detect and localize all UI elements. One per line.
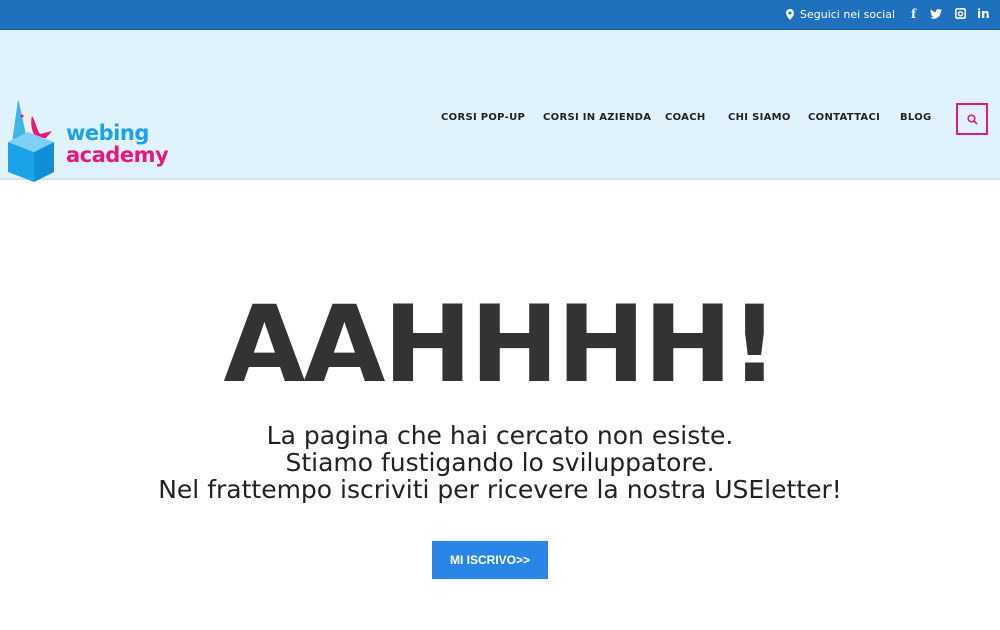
logo-text-webing: webing	[66, 121, 149, 145]
location-pin-icon	[786, 9, 794, 20]
error-heading: AAHHHH!	[223, 283, 778, 406]
nav-chi-siamo[interactable]: CHI SIAMO	[728, 112, 791, 123]
site-header: webing academy CORSI POP-UP CORSI IN AZI…	[0, 30, 1000, 182]
nav-corsi-pop-up[interactable]: CORSI POP-UP	[441, 112, 525, 123]
logo[interactable]: webing academy	[6, 98, 169, 188]
logo-mark-icon	[8, 100, 54, 182]
message-line-1: La pagina che hai cercato non esiste.	[266, 421, 734, 450]
logo-text-academy: academy	[66, 143, 169, 167]
nav-corsi-in-azienda[interactable]: CORSI IN AZIENDA	[543, 112, 651, 123]
linkedin-icon[interactable]: in	[977, 7, 990, 21]
subscribe-button[interactable]: MI ISCRIVO>>	[432, 541, 548, 579]
instagram-icon[interactable]	[955, 8, 966, 19]
nav-blog[interactable]: BLOG	[900, 112, 932, 123]
social-link[interactable]: Seguici nei social	[786, 8, 895, 21]
nav-contattaci[interactable]: CONTATTACI	[808, 112, 880, 123]
top-bar: Seguici nei social f in	[0, 0, 1000, 30]
search-button[interactable]	[956, 103, 988, 135]
twitter-icon[interactable]	[930, 9, 942, 19]
message-line-3: Nel frattempo iscriviti per ricevere la …	[158, 475, 842, 504]
nav-coach[interactable]: COACH	[665, 112, 706, 123]
message-line-2: Stiamo fustigando lo sviluppatore.	[285, 448, 715, 477]
social-label: Seguici nei social	[800, 8, 896, 21]
error-message: La pagina che hai cercato non esiste. St…	[0, 422, 1000, 503]
facebook-icon[interactable]: f	[911, 7, 916, 21]
search-icon	[966, 113, 978, 125]
